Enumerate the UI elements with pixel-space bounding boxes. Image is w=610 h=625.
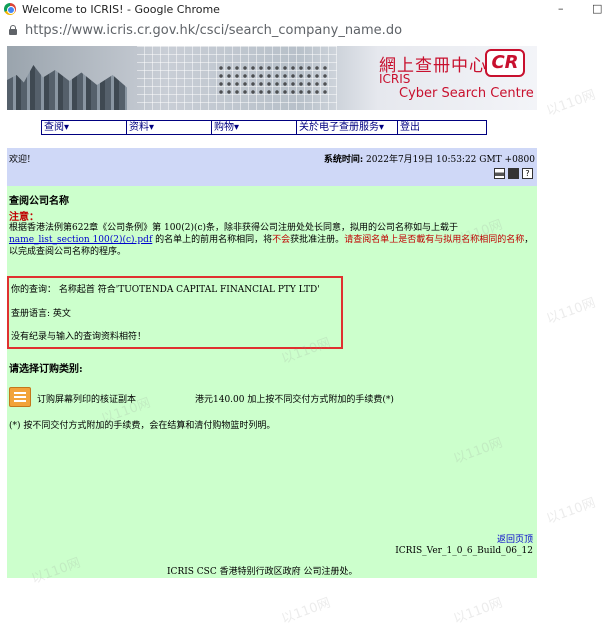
help-icon[interactable]: ? (522, 168, 533, 179)
watermark: 以110网 (279, 595, 333, 625)
order-certified-copy-link[interactable]: 订购屏幕列印的核证副本 (37, 392, 136, 405)
main-content: 欢迎! 系统时间: 2022年7月19日 10:53:22 GMT +0800 … (7, 148, 537, 578)
menu-item-shopping[interactable]: 购物▾ (212, 121, 297, 134)
section-title: 查阅公司名称 (9, 196, 69, 207)
fee-footnote: (*) 按不同交付方式附加的手续费，会在结算和清付购物篮时列明。 (9, 421, 276, 431)
window-titlebar: Welcome to ICRIS! - Google Chrome – □ (0, 0, 610, 18)
notice-red-1: 不会 (272, 235, 291, 245)
footer-owner: ICRIS CSC 香港特别行政区政府 公司注册处。 (167, 567, 358, 577)
watermark: 以110网 (544, 495, 598, 528)
tool-icons: ? (494, 168, 533, 179)
banner-title-en: Cyber Search Centre (399, 86, 534, 101)
maximize-button[interactable]: □ (592, 2, 602, 15)
order-title: 请选择订购类别: (9, 364, 83, 375)
welcome-text: 欢迎! (9, 155, 31, 165)
icris-banner: 網上查冊中心 CR ICRIS Cyber Search Centre (7, 46, 537, 110)
query-language: 查册语言: 英文 (11, 309, 71, 319)
watermark: 以110网 (544, 295, 598, 328)
search-result-box: 你的查询： 名称起首 符合'TUOTENDA CAPITAL FINANCIAL… (7, 276, 343, 349)
watermark: 以110网 (451, 595, 505, 625)
notice-heading: 注意： (9, 212, 39, 223)
notice-body: 根据香港法例第622章《公司条例》第 100(2)(c)条，除非获得公司注册处处… (9, 222, 535, 258)
menu-item-about[interactable]: 关於电子查册服务▾ (297, 121, 398, 134)
order-price: 港元140.00 加上按不同交付方式附加的手续费(*) (195, 395, 394, 405)
printer-icon[interactable] (494, 168, 505, 179)
page: 網上查冊中心 CR ICRIS Cyber Search Centre 查阅▾ … (7, 46, 537, 578)
system-time: 系统时间: 2022年7月19日 10:53:22 GMT +0800 (324, 152, 535, 165)
address-bar[interactable]: https://www.icris.cr.gov.hk/csci/search_… (0, 20, 610, 40)
no-record-message: 没有纪录与输入的查询资料相符！ (11, 332, 147, 342)
system-time-value: 2022年7月19日 10:53:22 GMT +0800 (363, 155, 535, 165)
menu-item-info[interactable]: 资料▾ (127, 121, 212, 134)
name-list-pdf-link[interactable]: name_list_section 100(2)(c).pdf (9, 235, 152, 245)
dots-decoration (217, 64, 327, 94)
notice-red-2: 请查阅名单上是否載有与拟用名称相同的名称 (344, 235, 525, 245)
menu-item-logout[interactable]: 登出 (398, 121, 486, 134)
window-title: Welcome to ICRIS! - Google Chrome (22, 2, 220, 16)
save-icon[interactable] (508, 168, 519, 179)
notice-text-1: 根据香港法例第622章《公司条例》第 100(2)(c)条，除非获得公司注册处处… (9, 223, 459, 233)
notice-text-2: 的名单上的前用名称相同，将 (152, 235, 273, 245)
cr-logo: CR (485, 49, 525, 77)
lock-icon[interactable] (9, 25, 17, 35)
back-to-top-link[interactable]: 返回页顶 (497, 532, 533, 545)
version-text: ICRIS_Ver_1_0_6_Build_06_12 (395, 546, 533, 556)
watermark: 以110网 (544, 87, 598, 120)
chrome-logo-icon (4, 3, 16, 15)
welcome-strip: 欢迎! 系统时间: 2022年7月19日 10:53:22 GMT +0800 … (7, 148, 537, 186)
city-skyline-image (7, 65, 127, 110)
banner-icris: ICRIS (379, 72, 411, 86)
order-list-icon[interactable] (9, 387, 31, 407)
url-text[interactable]: https://www.icris.cr.gov.hk/csci/search_… (25, 23, 402, 38)
notice-text-3: 获批准注册。 (290, 235, 345, 245)
system-time-label: 系统时间: (323, 155, 364, 165)
main-menu: 查阅▾ 资料▾ 购物▾ 关於电子查册服务▾ 登出 (41, 120, 487, 135)
minimize-button[interactable]: – (558, 2, 564, 15)
query-text: 你的查询： 名称起首 符合'TUOTENDA CAPITAL FINANCIAL… (11, 285, 320, 295)
menu-item-search[interactable]: 查阅▾ (42, 121, 127, 134)
